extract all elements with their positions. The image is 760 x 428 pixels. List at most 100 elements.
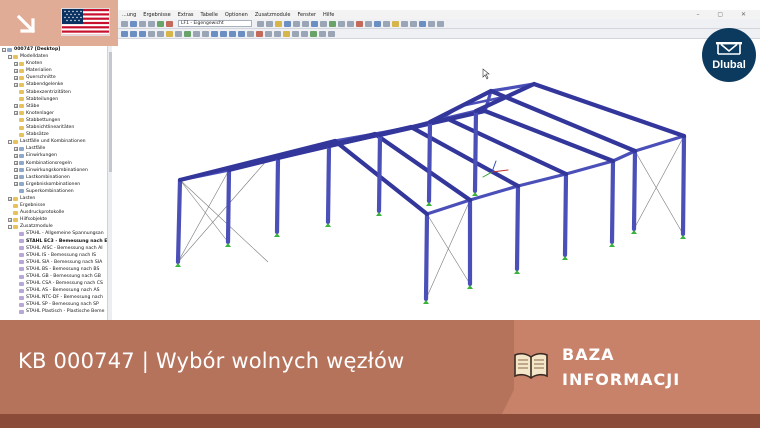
column[interactable] [680,133,687,237]
wall-bracing[interactable] [177,169,230,263]
navigator-item[interactable]: STAHL AISC - Bemessung nach AI [0,245,111,252]
support-icon[interactable] [562,256,568,260]
move-icon[interactable] [374,20,381,27]
navigator-item[interactable]: STAHL - Allgemeine Spannungsan [0,230,111,237]
coordinate-system-icon[interactable] [274,30,281,37]
eave-beam[interactable] [516,172,568,188]
structure-model[interactable] [113,39,760,320]
new-file-icon[interactable] [121,20,128,27]
pan-icon[interactable] [320,20,327,27]
support-icon[interactable] [467,285,473,289]
column[interactable] [376,132,383,214]
navigator-item[interactable]: STAHL EC3 - Bemessung nach Eu [0,238,111,245]
column[interactable] [175,177,183,265]
visibility-icon[interactable] [265,30,272,37]
guideline-icon[interactable] [301,30,308,37]
print-icon[interactable] [148,20,155,27]
navigator-item[interactable]: Stabexzentrizitäten [0,89,111,96]
column[interactable] [325,143,332,225]
select-icon[interactable] [347,20,354,27]
navigator-item[interactable]: + Querschnitte [0,74,111,81]
view-x-icon[interactable] [211,30,218,37]
comment-icon[interactable] [292,30,299,37]
check-icon[interactable] [310,30,317,37]
rafter[interactable] [408,124,521,189]
column[interactable] [562,171,569,258]
support-icon[interactable] [325,223,331,227]
navigator-item[interactable]: + Einwirkungskombinationen [0,167,111,174]
navigator-item[interactable]: + Kombinationsregeln [0,160,111,167]
wall-bracing[interactable] [177,158,269,263]
support-icon[interactable] [472,192,478,196]
load-icon[interactable] [166,30,173,37]
support-icon[interactable] [609,243,615,247]
eave-beam[interactable] [611,149,637,163]
node-icon[interactable] [121,30,128,37]
settings-icon[interactable] [428,20,435,27]
menu-item[interactable]: Hilfe [323,12,334,18]
rafter[interactable] [177,138,338,183]
next-loadcase-icon[interactable] [266,20,273,27]
previous-loadcase-icon[interactable] [257,20,264,27]
menu-item[interactable]: ...ung [122,12,136,18]
filter-icon[interactable] [419,20,426,27]
navigator-item[interactable]: + Hilfsobjekte [0,216,111,223]
snap-icon[interactable] [410,20,417,27]
collapse-icon[interactable]: - [8,54,12,59]
column[interactable] [631,148,638,232]
expand-icon[interactable]: + [14,104,18,109]
navigator-item[interactable]: Stabteilungen [0,96,111,103]
column[interactable] [426,119,433,204]
3d-viewport[interactable] [113,39,760,320]
expand-icon[interactable]: + [14,75,18,80]
wireframe-icon[interactable] [338,20,345,27]
support-icon[interactable] [175,263,181,267]
expand-icon[interactable]: + [14,61,18,66]
eave-beam[interactable] [633,134,686,153]
collapse-icon[interactable]: - [8,139,12,144]
support-icon[interactable] [423,300,429,304]
expand-icon[interactable]: + [14,111,18,116]
view-y-icon[interactable] [220,30,227,37]
menu-item[interactable]: Tabelle [201,12,218,18]
numbering-icon[interactable] [193,30,200,37]
support-icon[interactable] [376,212,382,216]
expand-icon[interactable]: + [8,196,12,201]
expand-icon[interactable]: + [14,175,18,180]
support-icon[interactable] [514,270,520,274]
hinge-icon[interactable] [157,30,164,37]
calculate-icon[interactable] [157,20,164,27]
navigator-item[interactable]: Superkombinationen [0,188,111,195]
table-icon[interactable] [319,30,326,37]
render-icon[interactable] [329,20,336,27]
copy-icon[interactable] [365,20,372,27]
help-icon[interactable] [437,20,444,27]
navigator-item[interactable]: + Lasten [0,195,111,202]
navigator-item[interactable]: - Lastfälle und Kombinationen [0,138,111,145]
navigator-item[interactable]: Ausdruckprotokolle [0,209,111,216]
clipping-icon[interactable] [256,30,263,37]
rafter[interactable] [445,116,569,177]
expand-icon[interactable]: + [8,217,12,222]
perspective-icon[interactable] [247,30,254,37]
rafter[interactable] [372,131,473,203]
menu-item[interactable]: Zusatzmodule [255,12,291,18]
menu-item[interactable]: Ergebnisse [143,12,170,18]
wall-bracing[interactable] [425,199,471,300]
delete-icon[interactable] [356,20,363,27]
navigator-item[interactable]: STAHL BS - Bemessung nach BS [0,266,111,273]
wall-bracing[interactable] [633,135,685,235]
navigator-item[interactable]: STAHL Plastisch - Plastische Beme [0,308,111,315]
view-icon[interactable] [284,20,291,27]
navigator-item[interactable]: - Zusatzmodule [0,223,111,230]
isometric-icon[interactable] [238,30,245,37]
line-icon[interactable] [130,30,137,37]
collapse-icon[interactable]: - [2,47,6,52]
axis-indicator[interactable] [482,171,493,178]
navigator-item[interactable]: Ergebnisse [0,202,111,209]
loadcase-select[interactable]: LF1 - Eigengewicht [178,20,252,27]
collapse-icon[interactable]: - [8,224,12,229]
expand-icon[interactable]: + [14,161,18,166]
us-flag-icon[interactable] [61,8,110,36]
column[interactable] [274,155,281,235]
